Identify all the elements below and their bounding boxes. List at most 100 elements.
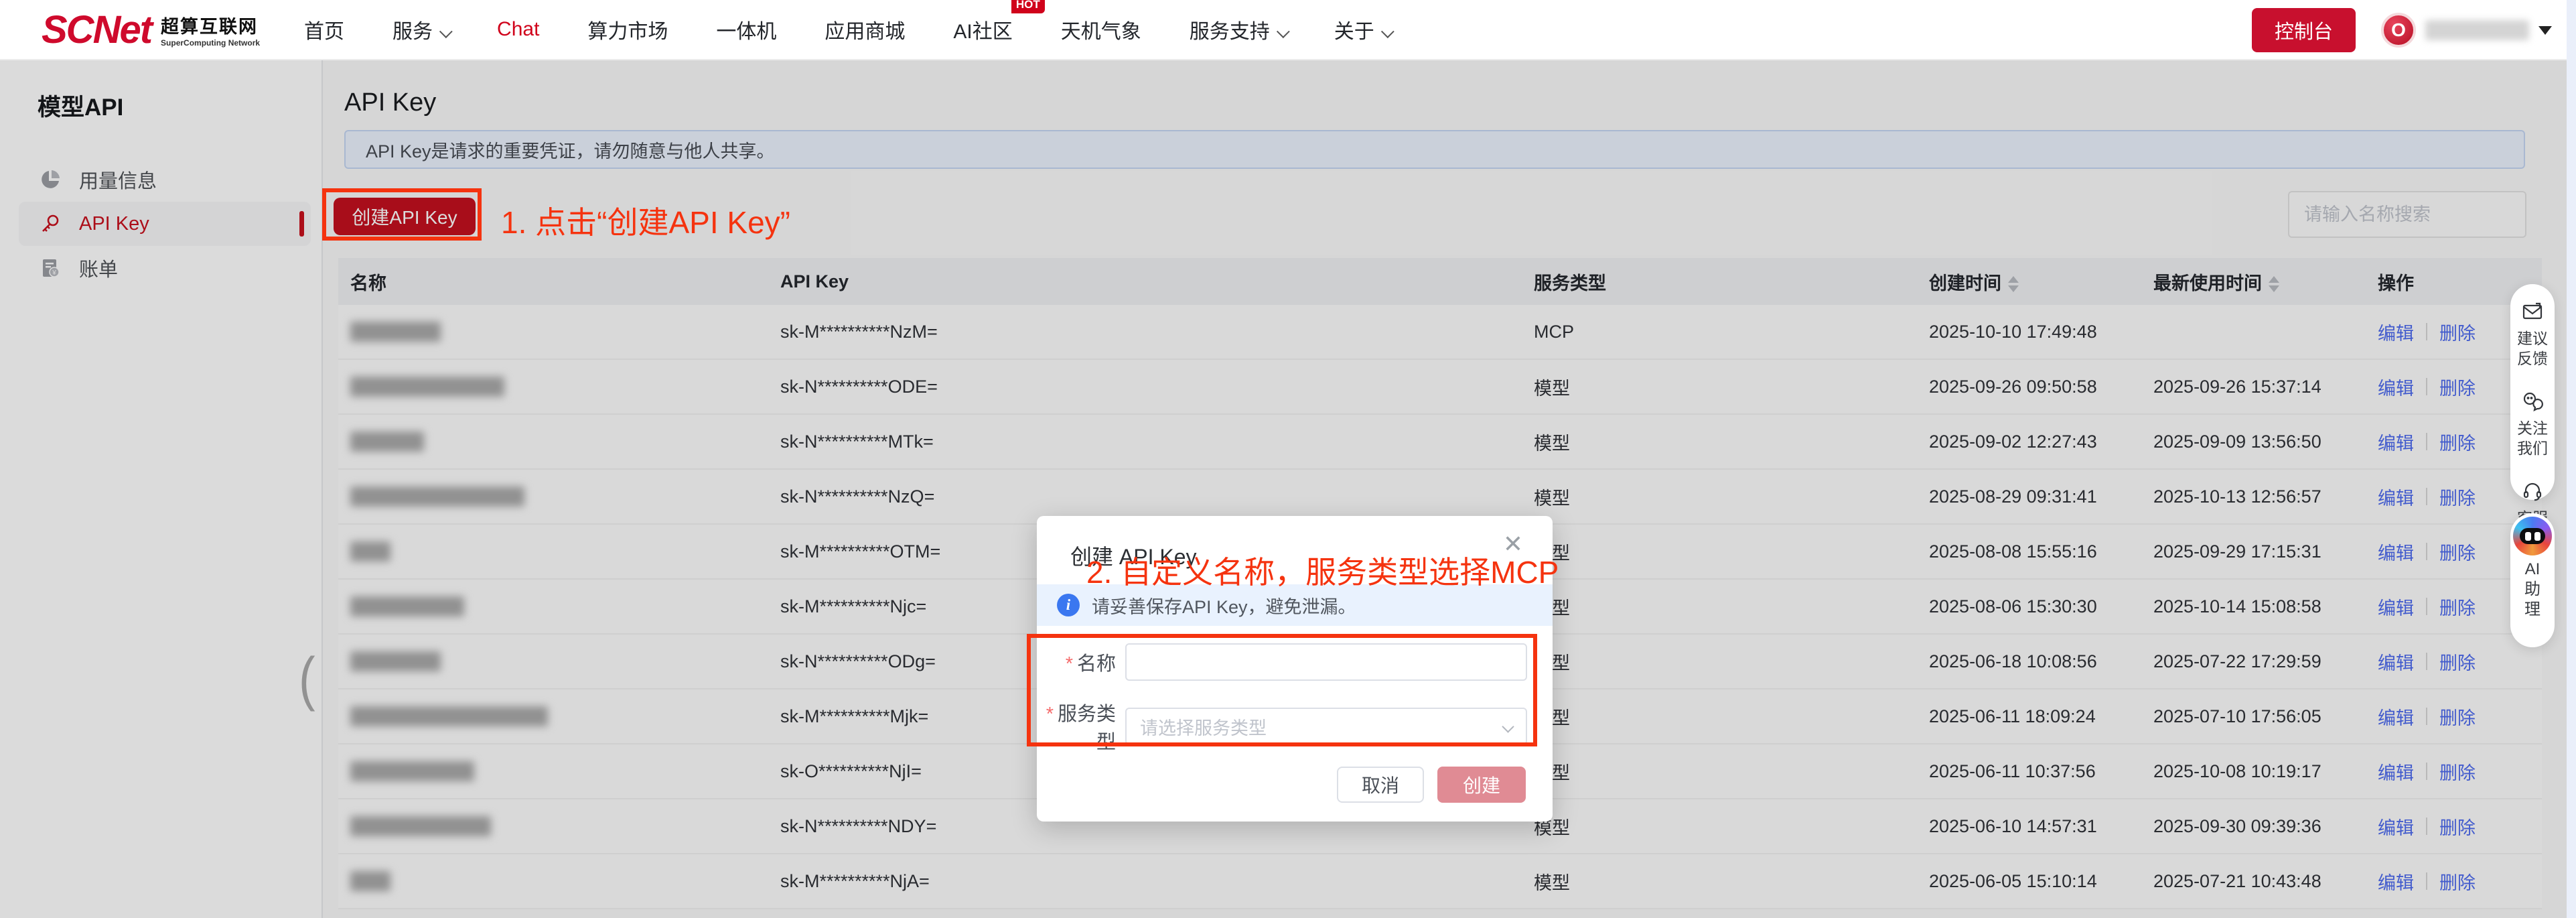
active-indicator-bar <box>299 211 304 237</box>
follow-us-label: 关注我们 <box>2516 418 2549 458</box>
edit-link[interactable]: 编辑 <box>2378 759 2414 785</box>
divider <box>2426 817 2427 835</box>
header-created-time[interactable]: 创建时间 <box>1929 269 2153 295</box>
edit-link[interactable]: 编辑 <box>2378 429 2414 455</box>
divider <box>2426 323 2427 340</box>
sidebar-item-label: 用量信息 <box>79 166 157 194</box>
nav-item-about[interactable]: 关于 <box>1334 15 1390 44</box>
edit-link[interactable]: 编辑 <box>2378 649 2414 675</box>
delete-link[interactable]: 删除 <box>2439 484 2476 510</box>
sidebar-item-billing[interactable]: ¥ 账单 <box>19 246 311 290</box>
delete-link[interactable]: 删除 <box>2439 539 2476 565</box>
cell-created-time: 2025-06-11 18:09:24 <box>1929 706 2153 727</box>
cell-service-type: 模型 <box>1534 374 1929 400</box>
logo-subtitle-en: SuperComputing Network <box>161 38 260 48</box>
delete-link[interactable]: 删除 <box>2439 868 2476 895</box>
nav-item-services[interactable]: 服务 <box>392 15 449 44</box>
headset-icon <box>2521 480 2544 503</box>
sidebar-item-usage[interactable]: 用量信息 <box>19 157 311 202</box>
mail-icon <box>2521 300 2544 323</box>
sidebar-item-label: API Key <box>79 213 149 235</box>
annotation-rect-step1 <box>322 188 482 241</box>
nav-item-ai-community[interactable]: AI社区HOT <box>953 15 1012 44</box>
cell-name <box>338 486 780 507</box>
stray-parenthesis-mark: ( <box>299 645 315 713</box>
edit-link[interactable]: 编辑 <box>2378 704 2414 730</box>
cell-service-type: 模型 <box>1534 429 1929 455</box>
name-redacted <box>350 761 474 781</box>
cell-last-used-time: 2025-07-10 17:56:05 <box>2153 706 2378 727</box>
edit-link[interactable]: 编辑 <box>2378 594 2414 620</box>
annotation-text-step1: 1. 点击“创建API Key” <box>501 198 790 243</box>
delete-link[interactable]: 删除 <box>2439 704 2476 730</box>
cell-service-type: 模型 <box>1534 704 1929 730</box>
delete-link[interactable]: 删除 <box>2439 759 2476 785</box>
cell-operations: 编辑删除 <box>2378 868 2542 895</box>
nav-item-weather[interactable]: 天机气象 <box>1061 15 1141 44</box>
cell-created-time: 2025-08-29 09:31:41 <box>1929 486 2153 507</box>
divider <box>2426 488 2427 505</box>
header-service-type: 服务类型 <box>1534 269 1929 295</box>
edit-link[interactable]: 编辑 <box>2378 539 2414 565</box>
search-input[interactable] <box>2288 191 2526 238</box>
name-redacted <box>350 871 390 891</box>
cell-service-type: 模型 <box>1534 594 1929 620</box>
console-button[interactable]: 控制台 <box>2252 8 2356 52</box>
ai-assistant-button[interactable]: AI助理 <box>2510 513 2555 647</box>
avatar[interactable]: O <box>2381 13 2416 48</box>
delete-link[interactable]: 删除 <box>2439 374 2476 400</box>
nav-item-home[interactable]: 首页 <box>304 15 344 44</box>
cell-service-type: 模型 <box>1534 484 1929 510</box>
cell-created-time: 2025-08-06 15:30:30 <box>1929 596 2153 617</box>
edit-link[interactable]: 编辑 <box>2378 319 2414 345</box>
edit-link[interactable]: 编辑 <box>2378 868 2414 895</box>
delete-link[interactable]: 删除 <box>2439 813 2476 840</box>
divider <box>2426 598 2427 615</box>
cell-created-time: 2025-09-26 09:50:58 <box>1929 377 2153 397</box>
sidebar-title: 模型API <box>38 88 321 123</box>
nav-item-app-store[interactable]: 应用商城 <box>825 15 905 44</box>
cell-created-time: 2025-06-10 14:57:31 <box>1929 816 2153 837</box>
cell-name <box>338 432 780 452</box>
cell-service-type: 模型 <box>1534 759 1929 785</box>
delete-link[interactable]: 删除 <box>2439 429 2476 455</box>
user-menu[interactable]: O <box>2381 13 2552 48</box>
cell-created-time: 2025-06-05 15:10:14 <box>1929 871 2153 892</box>
name-redacted <box>350 596 464 616</box>
header-name: 名称 <box>338 269 780 295</box>
logo-subtitle-cn: 超算互联网 <box>161 12 260 38</box>
edit-link[interactable]: 编辑 <box>2378 813 2414 840</box>
cancel-button[interactable]: 取消 <box>1337 767 1424 803</box>
sidebar-item-api-key[interactable]: API Key <box>19 202 311 246</box>
nav-item-support[interactable]: 服务支持 <box>1190 15 1286 44</box>
table-row: sk-M**********NjA=模型2025-06-05 15:10:142… <box>338 854 2542 909</box>
divider <box>2426 653 2427 670</box>
follow-us-button[interactable]: 关注我们 <box>2516 390 2549 458</box>
cell-api-key: sk-M**********NjA= <box>780 871 1534 892</box>
delete-link[interactable]: 删除 <box>2439 594 2476 620</box>
chevron-down-icon <box>1381 25 1394 38</box>
hot-badge: HOT <box>1011 0 1045 13</box>
cell-name <box>338 596 780 616</box>
cell-api-key: sk-N**********ODE= <box>780 377 1534 397</box>
edit-link[interactable]: 编辑 <box>2378 484 2414 510</box>
cell-last-used-time: 2025-07-21 10:43:48 <box>2153 871 2378 892</box>
table-row: sk-N**********ODE=模型2025-09-26 09:50:582… <box>338 360 2542 415</box>
cell-operations: 编辑删除 <box>2378 759 2542 785</box>
sort-icon <box>2269 276 2279 292</box>
annotation-text-step2: 2. 自定义名称，服务类型选择MCP <box>1086 548 1559 592</box>
create-button[interactable]: 创建 <box>1437 767 1526 803</box>
feedback-button[interactable]: 建议反馈 <box>2516 300 2549 369</box>
nav-item-chat[interactable]: Chat <box>497 18 539 41</box>
cell-name <box>338 706 780 726</box>
cell-service-type: 模型 <box>1534 813 1929 840</box>
nav-item-compute-market[interactable]: 算力市场 <box>587 15 668 44</box>
page-scrollbar[interactable] <box>2567 0 2576 918</box>
delete-link[interactable]: 删除 <box>2439 319 2476 345</box>
edit-link[interactable]: 编辑 <box>2378 374 2414 400</box>
header-last-used-time[interactable]: 最新使用时间 <box>2153 269 2378 295</box>
nav-item-all-in-one[interactable]: 一体机 <box>716 15 776 44</box>
delete-link[interactable]: 删除 <box>2439 649 2476 675</box>
divider <box>2426 872 2427 890</box>
scnet-logo[interactable]: SCNet 超算互联网 SuperComputing Network <box>42 7 260 52</box>
